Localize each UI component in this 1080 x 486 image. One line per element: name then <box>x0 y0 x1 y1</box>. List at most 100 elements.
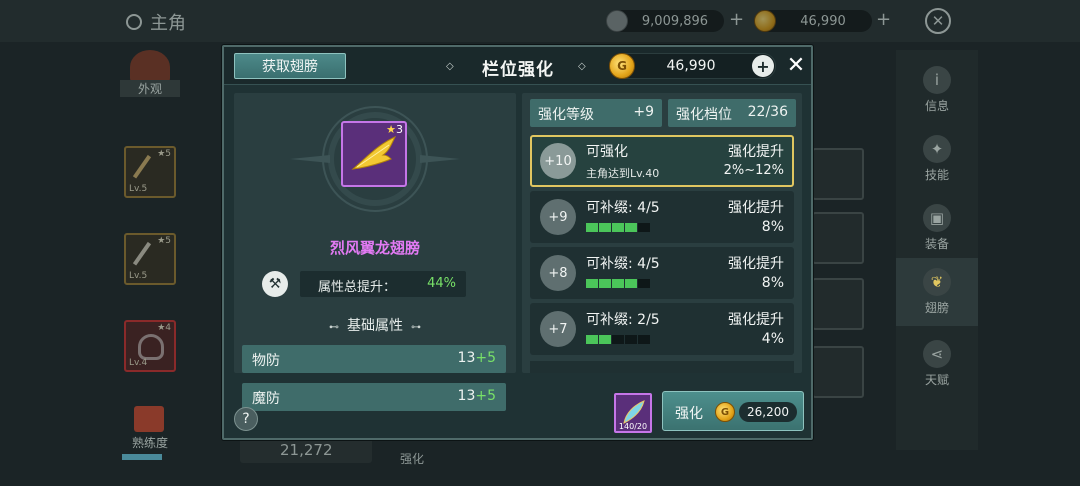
equipment-slot-3[interactable]: ★4 Lv.4 <box>124 320 176 372</box>
title-deco-left: ◇ <box>446 61 454 72</box>
enhance-level-label: 强化等级 <box>538 107 594 123</box>
hammer-icon: ⚒ <box>262 271 288 297</box>
nav-label: 翅膀 <box>924 301 949 315</box>
boost-label: 强化提升 <box>728 312 784 328</box>
stat-row-magic-defense: 魔防 13+5 <box>242 383 506 411</box>
level-card-plus9[interactable]: +9 可补缀: 4/5 强化提升 8% <box>530 191 794 243</box>
help-button[interactable]: ? <box>234 407 258 431</box>
total-boost-label: 属性总提升： <box>318 280 397 295</box>
gold-value: 46,990 <box>666 58 716 74</box>
enhance-button-label: 强化 <box>675 406 703 422</box>
enhance-button[interactable]: 强化 G 26,200 <box>662 391 804 431</box>
nav-info[interactable]: i 信息 <box>896 56 978 124</box>
base-attributes-title: ⊷ 基础属性 ⊶ <box>329 318 421 334</box>
material-count: 140/20 <box>618 422 648 431</box>
boost-label: 强化提升 <box>728 256 784 272</box>
close-button[interactable]: ✕ <box>784 52 808 78</box>
nav-label: 天赋 <box>924 373 949 387</box>
progress-segment <box>612 335 624 344</box>
level-card-plus8[interactable]: +8 可补缀: 4/5 强化提升 8% <box>530 247 794 299</box>
bg-enhance-label: 强化 <box>400 452 425 466</box>
progress-segment <box>625 279 637 288</box>
wing-icon: ❦ <box>923 268 951 296</box>
patch-progress-bar <box>586 335 650 344</box>
progress-segment <box>599 223 611 232</box>
slot-enhance-dialog: 获取翅膀 ◇ 栏位强化 ◇ G 46,990 + ✕ ★3 烈风翼龙翅膀 ⚒ 属 <box>222 45 813 440</box>
screen-title-text: 主角 <box>150 13 186 34</box>
screen-close-button[interactable]: ✕ <box>925 8 951 34</box>
progress-segment <box>586 223 598 232</box>
equipment-slot-1[interactable]: ★5 Lv.5 <box>124 146 176 198</box>
item-info-panel: ★3 烈风翼龙翅膀 ⚒ 属性总提升： 44% ⊷ 基础属性 ⊶ 物防 13+5 <box>234 93 516 373</box>
boost-value: 2%~12% <box>723 163 784 178</box>
item-name: 烈风翼龙翅膀 <box>329 239 420 257</box>
material-slot[interactable]: 140/20 <box>614 393 652 433</box>
progress-segment <box>638 223 650 232</box>
nav-wings[interactable]: ❦ 翅膀 <box>896 258 978 326</box>
enhance-level-value: +9 <box>633 104 654 120</box>
silver-value: 9,009,896 <box>641 13 709 29</box>
total-boost-value: 44% <box>427 276 456 291</box>
boost-label: 强化提升 <box>728 200 784 216</box>
slot-level: Lv.5 <box>129 184 148 194</box>
progress-segment <box>625 223 637 232</box>
gear-icon <box>126 14 142 30</box>
bg-slot <box>812 278 864 330</box>
level-badge: +9 <box>540 199 576 235</box>
bg-slot <box>812 212 864 264</box>
enhance-tier: 强化档位 22/36 <box>668 99 796 127</box>
screen-title: 主角 <box>126 9 186 35</box>
info-icon: i <box>923 66 951 94</box>
boost-value: 8% <box>761 275 784 291</box>
gold-currency-bg: 46,990 <box>754 10 872 32</box>
gold-coin-icon: G <box>609 53 635 79</box>
bg-power-value: 21,272 <box>240 437 372 463</box>
nav-talent[interactable]: ⋖ 天赋 <box>896 330 978 398</box>
dialog-title: 栏位强化 <box>482 60 554 80</box>
stat-value: 13+5 <box>457 350 496 366</box>
level-card-plus10[interactable]: +10 可强化 主角达到Lv.40 强化提升 2%~12% <box>530 135 794 187</box>
nav-label: 信息 <box>924 99 949 113</box>
stat-label: 魔防 <box>252 391 280 407</box>
progress-segment <box>586 335 598 344</box>
equipment-icon: ▣ <box>923 204 951 232</box>
boost-label: 强化提升 <box>728 144 784 160</box>
level-status: 可补缀: 4/5 <box>586 200 660 216</box>
stat-value: 13+5 <box>457 388 496 404</box>
progress-segment <box>599 335 611 344</box>
gold-value-bg: 46,990 <box>800 13 846 29</box>
level-status: 可补缀: 2/5 <box>586 312 660 328</box>
enhance-level: 强化等级 +9 <box>530 99 662 127</box>
silver-add-button[interactable]: + <box>729 9 744 30</box>
top-bar: 主角 9,009,896 + 46,990 + ✕ <box>0 0 1080 42</box>
enhance-tier-label: 强化档位 <box>676 107 732 123</box>
progress-segment <box>612 223 624 232</box>
nav-label: 装备 <box>924 237 949 251</box>
bg-slot <box>812 148 864 200</box>
nav-skill[interactable]: ✦ 技能 <box>896 125 978 193</box>
hat-icon[interactable] <box>130 50 170 84</box>
patch-progress-bar <box>586 279 650 288</box>
enhance-tier-value: 22/36 <box>747 104 788 120</box>
slot-star: ★4 <box>157 323 171 333</box>
level-card-plus7[interactable]: +7 可补缀: 2/5 强化提升 4% <box>530 303 794 355</box>
boost-value: 8% <box>761 219 784 235</box>
scroll-icon[interactable] <box>134 406 164 432</box>
nav-equipment[interactable]: ▣ 装备 <box>896 194 978 262</box>
obtain-wings-button[interactable]: 获取翅膀 <box>234 53 346 79</box>
slot-star: ★5 <box>157 149 171 159</box>
level-requirement: 主角达到Lv.40 <box>586 167 660 180</box>
gold-currency: G 46,990 + <box>609 53 776 79</box>
golden-wing-icon <box>351 135 397 170</box>
gold-add-button-bg[interactable]: + <box>876 9 891 30</box>
stat-label: 物防 <box>252 353 280 369</box>
gold-add-button[interactable]: + <box>752 55 774 77</box>
title-deco-right: ◇ <box>578 61 586 72</box>
silver-coin-icon <box>606 10 628 32</box>
enhance-levels-panel: 强化等级 +9 强化档位 22/36 +10 可强化 主角达到Lv.40 强化提… <box>522 93 802 373</box>
equipment-slot-2[interactable]: ★5 Lv.5 <box>124 233 176 285</box>
stat-row-physical-defense: 物防 13+5 <box>242 345 506 373</box>
silver-currency: 9,009,896 <box>606 10 724 32</box>
bg-slot <box>812 346 864 398</box>
wing-item-slot[interactable]: ★3 <box>341 121 407 187</box>
